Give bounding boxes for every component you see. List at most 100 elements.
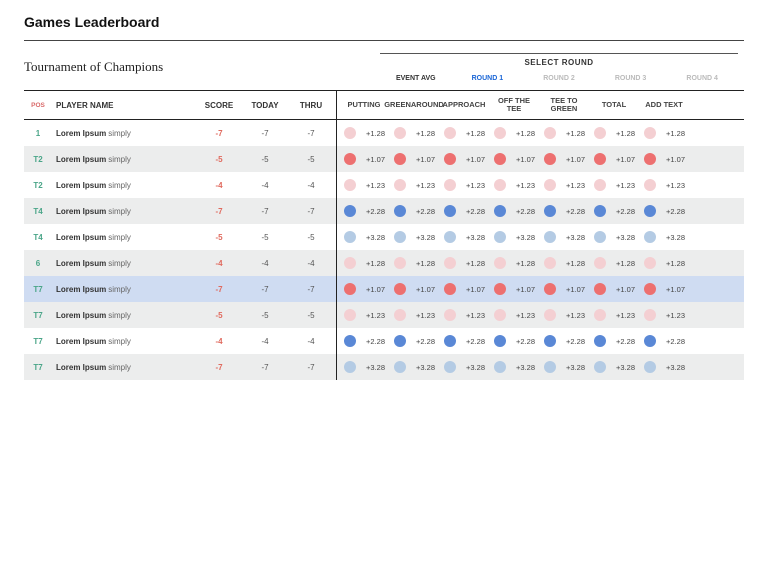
- player-name-thin: simply: [108, 181, 131, 190]
- stat-dot-icon: [394, 153, 406, 165]
- cell-today: -4: [242, 259, 288, 268]
- col-add-text[interactable]: ADD TEXT: [639, 101, 689, 109]
- cell-stat: +1.07: [389, 283, 439, 295]
- cell-stat: +2.28: [539, 335, 589, 347]
- col-player-name[interactable]: PLAYER NAME: [52, 101, 196, 110]
- cell-stat: +1.07: [489, 153, 539, 165]
- col-thru[interactable]: THRU: [288, 101, 334, 110]
- stat-dot-icon: [344, 283, 356, 295]
- round-tab[interactable]: ROUND 3: [595, 75, 667, 82]
- col-total[interactable]: TOTAL: [589, 101, 639, 109]
- stat-value: +3.28: [359, 233, 385, 242]
- column-divider: [336, 146, 337, 172]
- stat-value: +1.28: [459, 259, 485, 268]
- cell-stat: +1.28: [589, 127, 639, 139]
- player-name-thin: simply: [108, 285, 131, 294]
- stat-dot-icon: [344, 153, 356, 165]
- stat-value: +3.28: [559, 233, 585, 242]
- cell-stat: +2.28: [639, 335, 689, 347]
- cell-score: -5: [196, 233, 242, 242]
- cell-thru: -7: [288, 285, 334, 294]
- round-tab[interactable]: ROUND 1: [452, 75, 524, 82]
- cell-pos: T4: [24, 233, 52, 242]
- cell-stat: +3.28: [439, 361, 489, 373]
- col-today[interactable]: TODAY: [242, 101, 288, 110]
- stat-dot-icon: [644, 335, 656, 347]
- table-row[interactable]: T2Lorem Ipsumsimply-5-5-5+1.07+1.07+1.07…: [24, 146, 744, 172]
- stat-dot-icon: [644, 257, 656, 269]
- col-pos[interactable]: POS: [24, 102, 52, 109]
- col-greenaround[interactable]: GREENAROUND: [389, 101, 439, 109]
- column-divider: [336, 328, 337, 354]
- stat-value: +1.28: [559, 259, 585, 268]
- cell-player-name: Lorem Ipsumsimply: [52, 311, 196, 320]
- stat-value: +3.28: [609, 233, 635, 242]
- player-name-thin: simply: [108, 363, 131, 372]
- cell-player-name: Lorem Ipsumsimply: [52, 363, 196, 372]
- stat-value: +1.07: [359, 155, 385, 164]
- cell-score: -7: [196, 363, 242, 372]
- cell-player-name: Lorem Ipsumsimply: [52, 233, 196, 242]
- cell-pos: 1: [24, 129, 52, 138]
- stat-dot-icon: [494, 205, 506, 217]
- cell-player-name: Lorem Ipsumsimply: [52, 155, 196, 164]
- cell-stat: +1.23: [439, 179, 489, 191]
- round-tab[interactable]: EVENT AVG: [380, 75, 452, 82]
- table-row[interactable]: T4Lorem Ipsumsimply-7-7-7+2.28+2.28+2.28…: [24, 198, 744, 224]
- cell-stat: +2.28: [489, 335, 539, 347]
- stat-dot-icon: [644, 205, 656, 217]
- stat-value: +1.23: [659, 181, 685, 190]
- cell-stat: +1.28: [589, 257, 639, 269]
- col-off-the-tee[interactable]: OFF THE TEE: [489, 97, 539, 113]
- stat-dot-icon: [594, 283, 606, 295]
- table-row[interactable]: T7Lorem Ipsumsimply-4-4-4+2.28+2.28+2.28…: [24, 328, 744, 354]
- stat-value: +2.28: [509, 207, 535, 216]
- stat-dot-icon: [494, 127, 506, 139]
- cell-stat: +3.28: [489, 231, 539, 243]
- column-divider: [336, 276, 337, 302]
- stat-value: +1.23: [409, 311, 435, 320]
- stat-dot-icon: [594, 153, 606, 165]
- cell-stat: +1.28: [539, 127, 589, 139]
- table-row[interactable]: T7Lorem Ipsumsimply-7-7-7+1.07+1.07+1.07…: [24, 276, 744, 302]
- cell-thru: -7: [288, 363, 334, 372]
- stat-value: +2.28: [509, 337, 535, 346]
- stat-dot-icon: [344, 309, 356, 321]
- stat-value: +1.28: [659, 259, 685, 268]
- stat-value: +1.28: [459, 129, 485, 138]
- stat-dot-icon: [544, 335, 556, 347]
- stat-dot-icon: [444, 283, 456, 295]
- table-row[interactable]: T7Lorem Ipsumsimply-5-5-5+1.23+1.23+1.23…: [24, 302, 744, 328]
- stat-value: +1.07: [609, 155, 635, 164]
- cell-today: -5: [242, 311, 288, 320]
- cell-thru: -5: [288, 311, 334, 320]
- table-row[interactable]: 6Lorem Ipsumsimply-4-4-4+1.28+1.28+1.28+…: [24, 250, 744, 276]
- col-approach[interactable]: APPROACH: [439, 101, 489, 109]
- cell-stat: +1.07: [539, 153, 589, 165]
- table-row[interactable]: T7Lorem Ipsumsimply-7-7-7+3.28+3.28+3.28…: [24, 354, 744, 380]
- stat-dot-icon: [544, 153, 556, 165]
- table-row[interactable]: T4Lorem Ipsumsimply-5-5-5+3.28+3.28+3.28…: [24, 224, 744, 250]
- table-row[interactable]: 1Lorem Ipsumsimply-7-7-7+1.28+1.28+1.28+…: [24, 120, 744, 146]
- table-row[interactable]: T2Lorem Ipsumsimply-4-4-4+1.23+1.23+1.23…: [24, 172, 744, 198]
- stat-value: +1.07: [509, 285, 535, 294]
- cell-stat: +2.28: [439, 205, 489, 217]
- stat-value: +2.28: [359, 207, 385, 216]
- col-score[interactable]: SCORE: [196, 101, 242, 110]
- stat-value: +1.28: [659, 129, 685, 138]
- stat-value: +2.28: [409, 337, 435, 346]
- player-name-thin: simply: [108, 311, 131, 320]
- stat-value: +1.23: [609, 311, 635, 320]
- round-tab[interactable]: ROUND 2: [523, 75, 595, 82]
- col-putting[interactable]: PUTTING: [339, 101, 389, 109]
- stat-dot-icon: [344, 335, 356, 347]
- cell-stat: +3.28: [339, 361, 389, 373]
- cell-stat: +3.28: [589, 231, 639, 243]
- player-name-thin: simply: [108, 337, 131, 346]
- player-name-bold: Lorem Ipsum: [56, 311, 106, 320]
- stat-dot-icon: [444, 153, 456, 165]
- col-tee-to-green[interactable]: TEE TO GREEN: [539, 97, 589, 113]
- round-tab[interactable]: ROUND 4: [666, 75, 738, 82]
- stat-value: +1.28: [609, 129, 635, 138]
- player-name-bold: Lorem Ipsum: [56, 155, 106, 164]
